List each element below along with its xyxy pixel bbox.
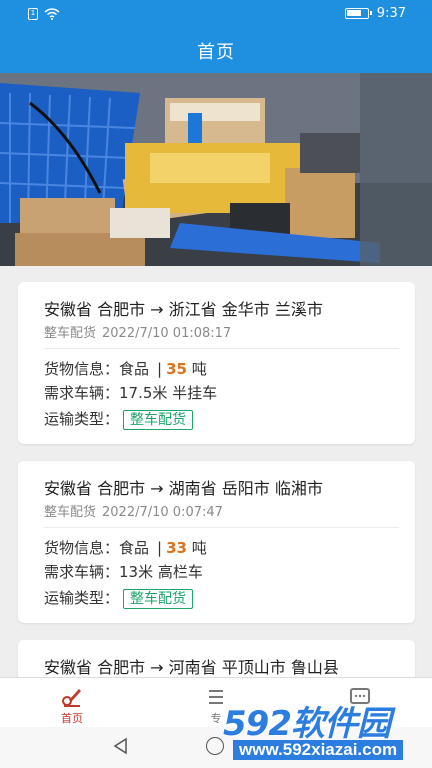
cargo-type-label: 整车配货 (44, 326, 97, 341)
page-title: 首页 (197, 42, 235, 63)
transport-tag: 整车配货 (123, 589, 194, 609)
nav-home[interactable]: 首页 (0, 678, 144, 728)
route-text: 安徽省 合肥市 → 湖南省 岳阳市 临湘市 (44, 479, 323, 498)
app-header: 1 9:37 首页 (0, 0, 432, 73)
transport-tag: 整车配货 (123, 410, 194, 430)
vehicle-row: 需求车辆：17.5米 半挂车 (44, 382, 217, 403)
goods-row: 货物信息：食品 | 35 吨 (44, 358, 207, 379)
parcels-photo (0, 73, 432, 266)
cargo-card[interactable]: 安徽省 合肥市 → 浙江省 金华市 兰溪市 整车配货 2022/7/10 01:0… (18, 282, 415, 444)
wifi-icon (44, 8, 60, 20)
post-time: 2022/7/10 01:08:17 (102, 326, 232, 341)
watermark-logo: 592软件园 (223, 704, 391, 744)
transport-label: 运输类型： (44, 589, 120, 607)
goods-name: 食品 (119, 360, 150, 378)
status-bar: 1 9:37 (0, 0, 432, 30)
watermark: 592软件园 www.592xiazai.com (215, 688, 432, 768)
weight-unit: 吨 (191, 360, 207, 378)
status-left: 1 (28, 8, 60, 20)
goods-name: 食品 (119, 539, 150, 557)
back-icon[interactable] (112, 737, 130, 755)
vehicle-label: 需求车辆： (44, 384, 120, 402)
cargo-card[interactable]: 安徽省 合肥市 → 湖南省 岳阳市 临湘市 整车配货 2022/7/10 0:07… (18, 461, 415, 623)
nav-home-label: 首页 (61, 712, 83, 725)
banner-image[interactable] (0, 73, 432, 266)
battery-icon (344, 8, 372, 19)
card-subtitle: 整车配货 2022/7/10 0:07:47 (44, 501, 223, 520)
goods-label: 货物信息： (44, 539, 120, 557)
divider (44, 527, 399, 528)
transport-label: 运输类型： (44, 410, 120, 428)
route-text: 安徽省 合肥市 → 河南省 平顶山市 鲁山县 (44, 658, 339, 677)
weight-value: 33 (166, 539, 187, 557)
status-right: 9:37 (344, 6, 406, 21)
cargo-type-label: 整车配货 (44, 505, 97, 520)
divider (44, 348, 399, 349)
weight-value: 35 (166, 360, 187, 378)
vehicle-value: 17.5米 半挂车 (119, 384, 218, 402)
card-subtitle: 整车配货 2022/7/10 01:08:17 (44, 322, 231, 341)
vehicle-label: 需求车辆： (44, 563, 120, 581)
pen-icon (62, 689, 81, 707)
vehicle-value: 13米 高栏车 (119, 563, 203, 581)
goods-label: 货物信息： (44, 360, 120, 378)
goods-row: 货物信息：食品 | 33 吨 (44, 537, 207, 558)
status-time: 9:37 (376, 6, 406, 21)
transport-row: 运输类型： 整车配货 (44, 587, 194, 609)
weight-unit: 吨 (191, 539, 207, 557)
watermark-url: www.592xiazai.com (233, 740, 404, 760)
transport-row: 运输类型： 整车配货 (44, 408, 194, 430)
separator: | (157, 360, 163, 378)
post-time: 2022/7/10 0:07:47 (102, 505, 223, 520)
route-text: 安徽省 合肥市 → 浙江省 金华市 兰溪市 (44, 300, 323, 319)
vehicle-row: 需求车辆：13米 高栏车 (44, 561, 203, 582)
sim-icon: 1 (28, 8, 38, 20)
separator: | (157, 539, 163, 557)
